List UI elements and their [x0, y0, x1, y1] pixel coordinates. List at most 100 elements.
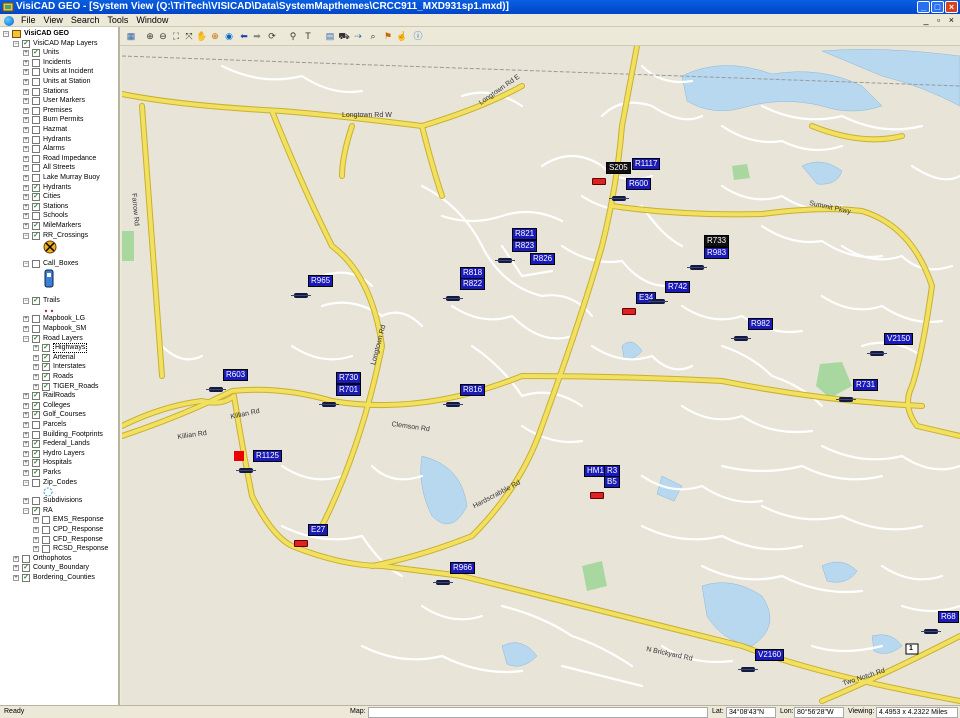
- globe-icon[interactable]: ◉: [223, 30, 235, 42]
- fire-truck-icon[interactable]: [590, 492, 604, 499]
- tree-expander[interactable]: +: [23, 213, 29, 220]
- tree-expander[interactable]: +: [23, 59, 29, 66]
- tree-expander[interactable]: +: [23, 127, 29, 133]
- tree-expander[interactable]: +: [23, 194, 29, 201]
- layer-checkbox[interactable]: ✓: [42, 344, 50, 353]
- tree-expander[interactable]: +: [23, 69, 29, 76]
- vehicle-icon[interactable]: [433, 580, 453, 585]
- map-view[interactable]: 1 Longtown Rd W Longtown Rd E Farrow Rd Sum…: [122, 46, 960, 705]
- layer-checkbox[interactable]: [32, 315, 40, 324]
- layer-checkbox[interactable]: ✓: [32, 231, 40, 240]
- layer-checkbox[interactable]: ✓: [32, 459, 40, 468]
- unit-label-r822[interactable]: R822: [460, 278, 486, 290]
- layer-checkbox[interactable]: ✓: [32, 469, 40, 477]
- tree-item[interactable]: + RCSD_Response: [0, 544, 118, 554]
- layer-checkbox[interactable]: [42, 526, 50, 534]
- tree-expander[interactable]: +: [23, 422, 29, 428]
- layer-checkbox[interactable]: ✓: [22, 574, 30, 582]
- tree-item[interactable]: + ✓ Parks: [0, 468, 118, 478]
- tree-expander[interactable]: +: [23, 79, 29, 85]
- tree-item[interactable]: + ✓ Units: [0, 48, 118, 58]
- vehicle-icon[interactable]: [443, 402, 463, 407]
- layer-checkbox[interactable]: ✓: [32, 449, 40, 458]
- layer-checkbox[interactable]: [32, 145, 40, 154]
- tree-item[interactable]: + Parcels: [0, 420, 118, 430]
- tree-expander[interactable]: +: [23, 175, 29, 181]
- tree-expander[interactable]: +: [23, 460, 29, 467]
- tree-expander[interactable]: +: [23, 470, 29, 476]
- layer-checkbox[interactable]: ✓: [32, 506, 40, 515]
- tree-item[interactable]: + Hydrants: [0, 135, 118, 145]
- tree-expander[interactable]: +: [23, 412, 29, 419]
- tree-expander[interactable]: +: [13, 555, 19, 562]
- tree-expander[interactable]: +: [23, 155, 29, 162]
- unit-label-r731[interactable]: R731: [853, 379, 879, 391]
- tree-expander[interactable]: +: [33, 536, 39, 543]
- menu-tools[interactable]: Tools: [103, 14, 132, 26]
- tree-item[interactable]: + CFD_Response: [0, 535, 118, 545]
- layer-checkbox[interactable]: [32, 430, 40, 439]
- tree-item[interactable]: + Units at Incident: [0, 67, 118, 77]
- unit-label-r816[interactable]: R816: [460, 384, 486, 396]
- globe-icon[interactable]: [4, 15, 14, 26]
- unit-label-r982[interactable]: R982: [748, 318, 774, 330]
- tree-item[interactable]: + Lake Murray Buoy: [0, 173, 118, 183]
- tree-expander[interactable]: +: [33, 517, 39, 524]
- tree-item[interactable]: + ✓ Hydro Layers: [0, 449, 118, 459]
- menu-search[interactable]: Search: [67, 14, 104, 26]
- layer-checkbox[interactable]: [32, 174, 40, 182]
- unit-label-s205[interactable]: S205: [606, 162, 631, 174]
- measure-icon[interactable]: ⇢: [352, 30, 364, 42]
- identify-icon[interactable]: ☝: [396, 30, 408, 42]
- tree-expander[interactable]: +: [13, 565, 19, 572]
- tree-item[interactable]: + ✓ Colleges: [0, 401, 118, 411]
- tree-expander[interactable]: +: [33, 546, 39, 553]
- layer-checkbox[interactable]: [32, 78, 40, 86]
- layer-checkbox[interactable]: ✓: [32, 202, 40, 211]
- zoom-in-icon[interactable]: ⊕: [144, 30, 156, 42]
- layer-checkbox[interactable]: ✓: [22, 564, 30, 573]
- tree-expander[interactable]: +: [23, 88, 29, 95]
- tree-expander[interactable]: +: [13, 575, 19, 581]
- tree-expander[interactable]: −: [23, 232, 29, 239]
- vehicle-icon[interactable]: [319, 402, 339, 407]
- tree-expander[interactable]: +: [23, 402, 29, 409]
- tree-expander[interactable]: −: [13, 40, 19, 47]
- vehicle-icon[interactable]: [291, 293, 311, 298]
- layer-checkbox[interactable]: [32, 68, 40, 77]
- tree-expander[interactable]: −: [23, 507, 29, 514]
- layer-checkbox[interactable]: ✓: [42, 353, 50, 362]
- tree-expander[interactable]: +: [23, 165, 29, 172]
- refresh-icon[interactable]: ⟳: [266, 30, 278, 42]
- unit-label-r823[interactable]: R823: [512, 240, 538, 252]
- layer-checkbox[interactable]: [42, 545, 50, 554]
- layer-checkbox[interactable]: ✓: [32, 49, 40, 58]
- tree-item[interactable]: + ✓ County_Boundary: [0, 563, 118, 573]
- vehicle-icon[interactable]: [206, 387, 226, 392]
- vehicle-icon[interactable]: [921, 629, 941, 634]
- pan-icon[interactable]: ✋: [196, 30, 208, 42]
- menu-file[interactable]: File: [17, 14, 40, 26]
- tree-expander[interactable]: +: [23, 450, 29, 457]
- unit-label-r733[interactable]: R733: [704, 235, 730, 247]
- unit-label-r826[interactable]: R826: [530, 253, 556, 265]
- tree-expander[interactable]: +: [23, 146, 29, 153]
- layer-checkbox[interactable]: [32, 135, 40, 144]
- back-icon[interactable]: ⬅: [238, 30, 250, 42]
- vehicle-icon[interactable]: [609, 196, 629, 201]
- tree-item[interactable]: + Schools: [0, 211, 118, 221]
- tree-item[interactable]: + ✓ TIGER_Roads: [0, 382, 118, 392]
- tree-item[interactable]: + Stations: [0, 87, 118, 97]
- tree-item[interactable]: + Mapbook_LG: [0, 314, 118, 324]
- tree-expander[interactable]: −: [23, 297, 29, 304]
- tree-expander[interactable]: −: [23, 335, 29, 342]
- tree-item[interactable]: + ✓ Golf_Courses: [0, 410, 118, 420]
- tree-item[interactable]: − ✓ RR_Crossings: [0, 231, 118, 241]
- tree-expander[interactable]: +: [23, 203, 29, 210]
- tree-item[interactable]: + Hazmat: [0, 125, 118, 135]
- layer-checkbox[interactable]: ✓: [32, 334, 40, 343]
- vehicle-icon[interactable]: [443, 296, 463, 301]
- tree-item[interactable]: + ✓ Hospitals: [0, 458, 118, 468]
- layer-checkbox[interactable]: [42, 535, 50, 544]
- unit-label-r965[interactable]: R965: [308, 275, 334, 287]
